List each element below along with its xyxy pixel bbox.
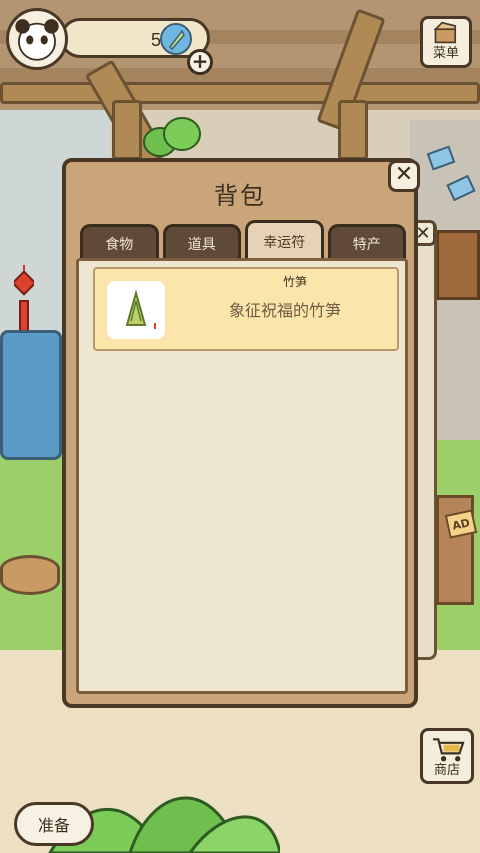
post	[112, 100, 142, 160]
tab-tools[interactable]: 道具	[162, 224, 241, 260]
backpack-edge-behind	[415, 220, 437, 660]
backpack-tabs: 食物 道具 幸运符 特产	[80, 220, 406, 260]
roof-plank	[0, 68, 480, 82]
bamboo-leaf-icon	[169, 29, 185, 51]
item-thumbnail	[107, 281, 165, 339]
hanging-tickets-icon	[426, 145, 476, 202]
shop-label: 商店	[433, 763, 460, 778]
ivy-plant-icon	[143, 117, 201, 157]
roof-beam	[0, 82, 480, 104]
tab-food[interactable]: 食物	[80, 224, 159, 260]
prepare-button[interactable]: 准备	[14, 802, 94, 846]
close-button[interactable]: ✕	[388, 160, 420, 192]
frog-avatar[interactable]	[6, 8, 68, 70]
backpack-panel: 背包 ✕ 食物 道具 幸运符 特产 竹笋 象征祝福的竹笋	[62, 158, 420, 708]
tab-specialty[interactable]: 特产	[327, 224, 406, 260]
menu-button[interactable]: 菜单	[420, 16, 472, 68]
mailbox	[0, 330, 62, 460]
wooden-table	[436, 230, 480, 300]
lucky-knot-icon	[14, 265, 34, 332]
add-clover-button[interactable]: +	[187, 49, 213, 75]
clover-icon	[160, 23, 192, 55]
shop-button[interactable]: 商店	[420, 728, 474, 784]
menu-label: 菜单	[432, 46, 459, 61]
bamboo-shoot-icon	[125, 289, 156, 329]
list-item[interactable]: 竹笋 象征祝福的竹笋	[93, 267, 399, 351]
panda-face-icon	[15, 19, 59, 61]
item-list: 竹笋 象征祝福的竹笋	[76, 258, 408, 694]
item-description: 象征祝福的竹笋	[228, 301, 341, 320]
item-name: 竹笋	[282, 275, 307, 289]
post	[338, 100, 368, 160]
tree-stump	[0, 555, 60, 595]
backpack-title: 背包	[214, 182, 266, 210]
tab-charms[interactable]: 幸运符	[245, 220, 324, 260]
